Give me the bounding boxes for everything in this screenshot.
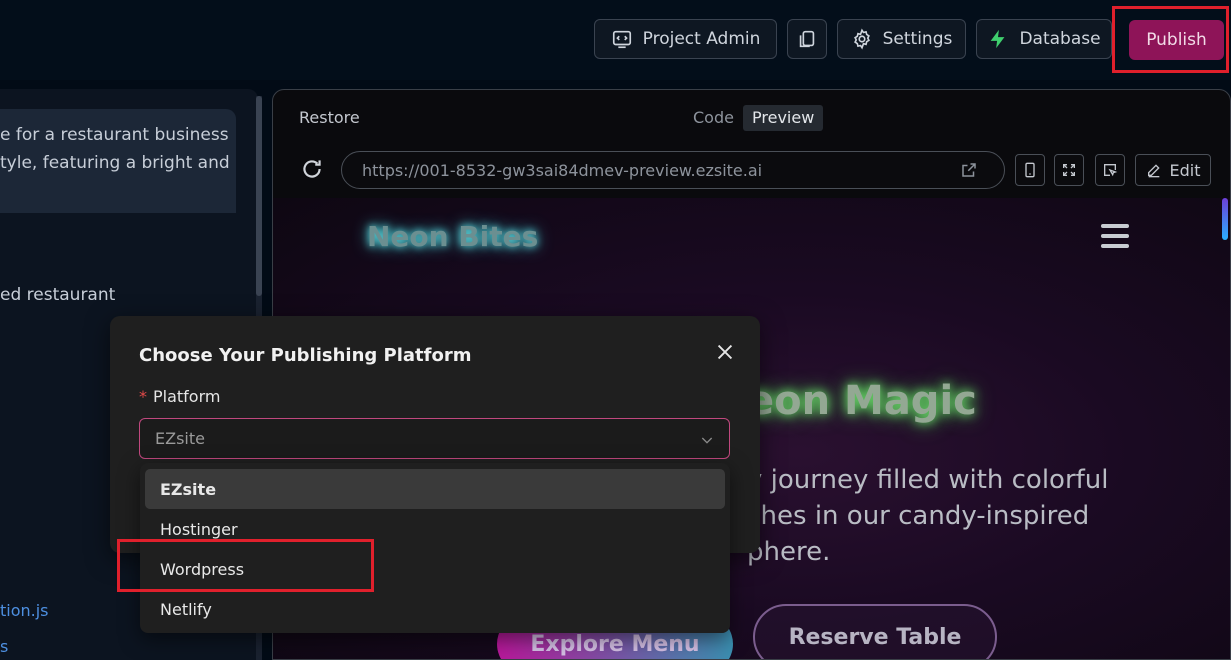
platform-select[interactable]: EZsite [139,418,730,459]
platform-select-value: EZsite [155,429,205,448]
tab-preview[interactable]: Preview [743,105,824,131]
chat-response-text: ed restaurant [0,285,116,305]
publish-highlight: Publish [1112,6,1229,73]
edit-label: Edit [1169,160,1201,180]
gear-icon [853,28,870,50]
platform-option-netlify[interactable]: Netlify [145,589,725,629]
project-admin-button[interactable]: Project Admin [594,19,777,59]
cursor-select-icon [1104,164,1118,177]
hamburger-menu-icon[interactable] [1101,224,1129,250]
project-admin-icon [612,30,631,49]
mobile-icon [1025,162,1035,178]
platform-option-hostinger[interactable]: Hostinger [145,509,725,549]
publish-button[interactable]: Publish [1129,20,1224,60]
reserve-table-button[interactable]: Reserve Table [753,604,997,659]
mobile-view-button[interactable] [1015,154,1045,186]
url-bar[interactable]: https://001-8532-gw3sai84dmev-preview.ez… [341,151,1005,189]
top-bar: Project Admin Settings Database Publish [0,0,1231,80]
chat-line: tyle, featuring a bright and [0,153,230,173]
file-link[interactable]: s [0,637,8,656]
database-button[interactable]: Database [976,19,1112,59]
site-hero-line: shes in our candy-inspired [747,501,1090,531]
site-hero-line: phere. [747,537,831,567]
close-icon[interactable] [714,341,736,363]
chevron-down-icon [701,437,713,444]
chat-scrollbar-thumb[interactable] [256,96,262,296]
copy-icon [799,30,815,48]
site-hero-heading: eon Magic [747,378,977,424]
reload-icon[interactable] [299,156,325,182]
platform-dropdown: EZsite Hostinger Wordpress Netlify [140,463,730,633]
project-admin-label: Project Admin [642,29,761,49]
site-hero-paragraph: y journey filled with colorful shes in o… [747,462,1109,570]
url-text: https://001-8532-gw3sai84dmev-preview.ez… [362,160,763,180]
file-link[interactable]: tion.js [0,601,49,620]
platform-field-label: * Platform [139,387,220,406]
open-external-icon[interactable] [960,161,978,179]
required-mark: * [139,387,147,406]
copy-button[interactable] [787,19,827,59]
preview-scrollbar-thumb[interactable] [1222,198,1228,240]
chat-bubble: e for a restaurant business tyle, featur… [0,109,236,213]
pencil-icon [1147,164,1160,178]
tab-code[interactable]: Code [693,108,734,127]
site-logo[interactable]: Neon Bites [367,220,538,253]
platform-option-ezsite[interactable]: EZsite [145,469,725,509]
settings-label: Settings [882,29,953,49]
platform-label-text: Platform [153,387,221,406]
platform-option-wordpress[interactable]: Wordpress [145,549,725,589]
restore-button[interactable]: Restore [299,108,360,127]
database-label: Database [1019,29,1101,49]
database-bolt-icon [991,29,1005,49]
chat-line: e for a restaurant business [0,125,229,145]
fullscreen-icon [1063,164,1075,176]
fullscreen-button[interactable] [1054,154,1084,186]
settings-button[interactable]: Settings [837,19,966,59]
edit-button[interactable]: Edit [1135,154,1211,186]
modal-title: Choose Your Publishing Platform [139,345,472,366]
site-hero-line: y journey filled with colorful [747,465,1109,495]
select-element-button[interactable] [1095,154,1125,186]
